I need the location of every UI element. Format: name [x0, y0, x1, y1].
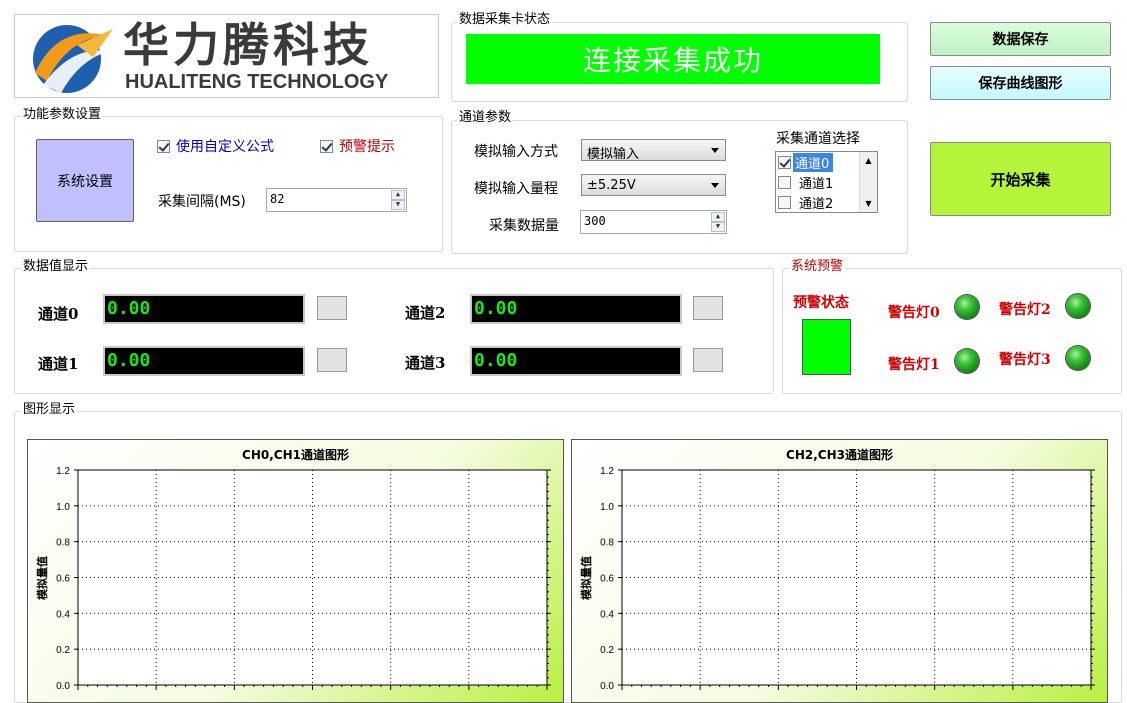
save-data-button[interactable]: 数据保存	[930, 22, 1111, 56]
chart-y-tick-label: 1.0	[56, 502, 70, 513]
chart-y-tick-label: 1.2	[56, 466, 70, 477]
spin-down-icon[interactable]: ▼	[391, 200, 405, 210]
custom-formula-label: 使用自定义公式	[176, 139, 274, 155]
logo-emblem-icon	[33, 25, 113, 93]
chevron-down-icon	[711, 183, 719, 188]
chart-y-tick-label: 0.8	[56, 538, 70, 549]
interval-spinbox[interactable]: 82 ▲ ▼	[266, 188, 407, 212]
channel-2-indicator	[693, 296, 723, 320]
spin-up-icon[interactable]: ▲	[711, 212, 725, 222]
input-mode-select[interactable]: 模拟输入	[581, 139, 726, 162]
logo-english-name: HUALITENG TECHNOLOGY	[125, 71, 389, 93]
sample-count-value: 300	[584, 214, 606, 228]
chart-ch0-ch1: CH0,CH1通道图形 模拟量值 1.2 1.0 0.8 0.6 0.4 0.2 0.0	[27, 439, 564, 703]
channel-check-icon	[778, 176, 791, 189]
channel-0-value: 0.00	[103, 294, 305, 324]
chart-y-tick-label: 0.0	[600, 681, 614, 692]
input-range-label: 模拟输入量程	[474, 181, 558, 197]
spin-up-icon[interactable]: ▲	[391, 190, 405, 200]
chart-y-tick-label: 0.2	[600, 645, 614, 656]
warning-light-0-icon	[955, 295, 979, 319]
warning-light-1-label: 警告灯1	[888, 357, 940, 373]
sample-count-spinbox[interactable]: 300 ▲ ▼	[580, 210, 727, 234]
warning-light-3-label: 警告灯3	[999, 352, 1051, 368]
input-range-select[interactable]: ±5.25V	[581, 174, 726, 196]
input-mode-value: 模拟输入	[587, 147, 640, 162]
logo-chinese-name: 华力腾科技	[123, 18, 373, 72]
warning-tip-check-icon	[320, 139, 333, 153]
input-range-value: ±5.25V	[587, 178, 636, 193]
function-params-title: 功能参数设置	[21, 107, 104, 123]
chart-y-tick-label: 0.4	[600, 609, 614, 620]
channel-params-title: 通道参数	[457, 110, 514, 126]
channel-item-label: 通道1	[799, 177, 834, 192]
data-display-title: 数据值显示	[21, 259, 91, 275]
channel-select-list[interactable]: 通道0 通道1 通道2 ▲ ▼	[775, 151, 878, 213]
warning-light-2-icon	[1066, 294, 1090, 318]
scroll-down-icon[interactable]: ▼	[860, 199, 877, 208]
channel-0-indicator	[317, 296, 347, 320]
sample-count-label: 采集数据量	[489, 218, 559, 234]
channel-list-item[interactable]: 通道2	[778, 193, 860, 212]
channel-check-icon	[778, 196, 791, 209]
channel-2-value: 0.00	[470, 294, 682, 324]
system-settings-button[interactable]: 系统设置	[36, 139, 134, 222]
channel-0-name: 通道0	[38, 305, 79, 323]
spin-down-icon[interactable]: ▼	[711, 222, 725, 232]
input-mode-label: 模拟输入方式	[474, 144, 558, 160]
chart-y-tick-label: 0.6	[56, 574, 70, 585]
chevron-down-icon	[711, 148, 719, 153]
interval-label: 采集间隔(MS)	[158, 194, 246, 210]
channel-2-name: 通道2	[405, 304, 446, 322]
channel-1-indicator	[317, 348, 347, 372]
chart-y-tick-label: 0.8	[600, 538, 614, 549]
channel-3-indicator	[693, 348, 723, 372]
scroll-up-icon[interactable]: ▲	[860, 156, 877, 165]
warning-light-3-icon	[1066, 346, 1090, 370]
system-warning-title: 系统预警	[789, 259, 846, 275]
channel-item-label: 通道0	[793, 153, 834, 172]
chart-y-tick-label: 0.0	[56, 681, 70, 692]
channel-check-icon	[778, 156, 791, 169]
custom-formula-check-icon	[157, 139, 170, 153]
channel-list-item[interactable]: 通道1	[778, 173, 860, 192]
chart-y-tick-label: 1.2	[600, 466, 614, 477]
warning-state-label: 预警状态	[793, 295, 849, 311]
save-curve-button[interactable]: 保存曲线图形	[930, 66, 1111, 100]
start-acquisition-button[interactable]: 开始采集	[930, 142, 1111, 216]
warning-tip-checkbox[interactable]: 预警提示	[320, 136, 395, 156]
chart-ch2-ch3: CH2,CH3通道图形 模拟量值 1.2 1.0 0.8 0.6 0.4 0.2 0.0	[571, 439, 1108, 703]
warning-light-0-label: 警告灯0	[888, 305, 940, 321]
interval-value: 82	[270, 192, 285, 206]
channel-list-scrollbar[interactable]: ▲ ▼	[859, 152, 877, 212]
graph-display-title: 图形显示	[21, 402, 78, 418]
daq-status-text: 连接采集成功	[582, 44, 763, 77]
chart-y-tick-label: 0.4	[56, 609, 70, 620]
channel-1-value: 0.00	[103, 346, 305, 376]
channel-3-value: 0.00	[470, 346, 682, 376]
channel-3-name: 通道3	[405, 354, 446, 372]
warning-tip-label: 预警提示	[339, 139, 395, 155]
chart-plot-area: 1.2 1.0 0.8 0.6 0.4 0.2 0.0	[600, 466, 1095, 692]
warning-state-indicator	[802, 319, 851, 375]
warning-light-1-icon	[955, 349, 979, 373]
channel-list-item[interactable]: 通道0	[778, 153, 860, 172]
channel-item-label: 通道2	[799, 197, 834, 212]
daq-status-title: 数据采集卡状态	[457, 12, 553, 28]
chart-y-tick-label: 0.2	[56, 645, 70, 656]
chart-y-tick-label: 1.0	[600, 502, 614, 513]
chart-plot-area: 1.2 1.0 0.8 0.6 0.4 0.2 0.0	[56, 466, 551, 692]
channel-1-name: 通道1	[38, 355, 79, 373]
chart-y-tick-label: 0.6	[600, 574, 614, 585]
company-logo: 华力腾科技 HUALITENG TECHNOLOGY	[14, 14, 439, 98]
custom-formula-checkbox[interactable]: 使用自定义公式	[157, 136, 274, 156]
daq-status-indicator: 连接采集成功	[466, 34, 880, 84]
channel-select-title: 采集通道选择	[776, 131, 860, 147]
warning-light-2-label: 警告灯2	[999, 302, 1051, 318]
